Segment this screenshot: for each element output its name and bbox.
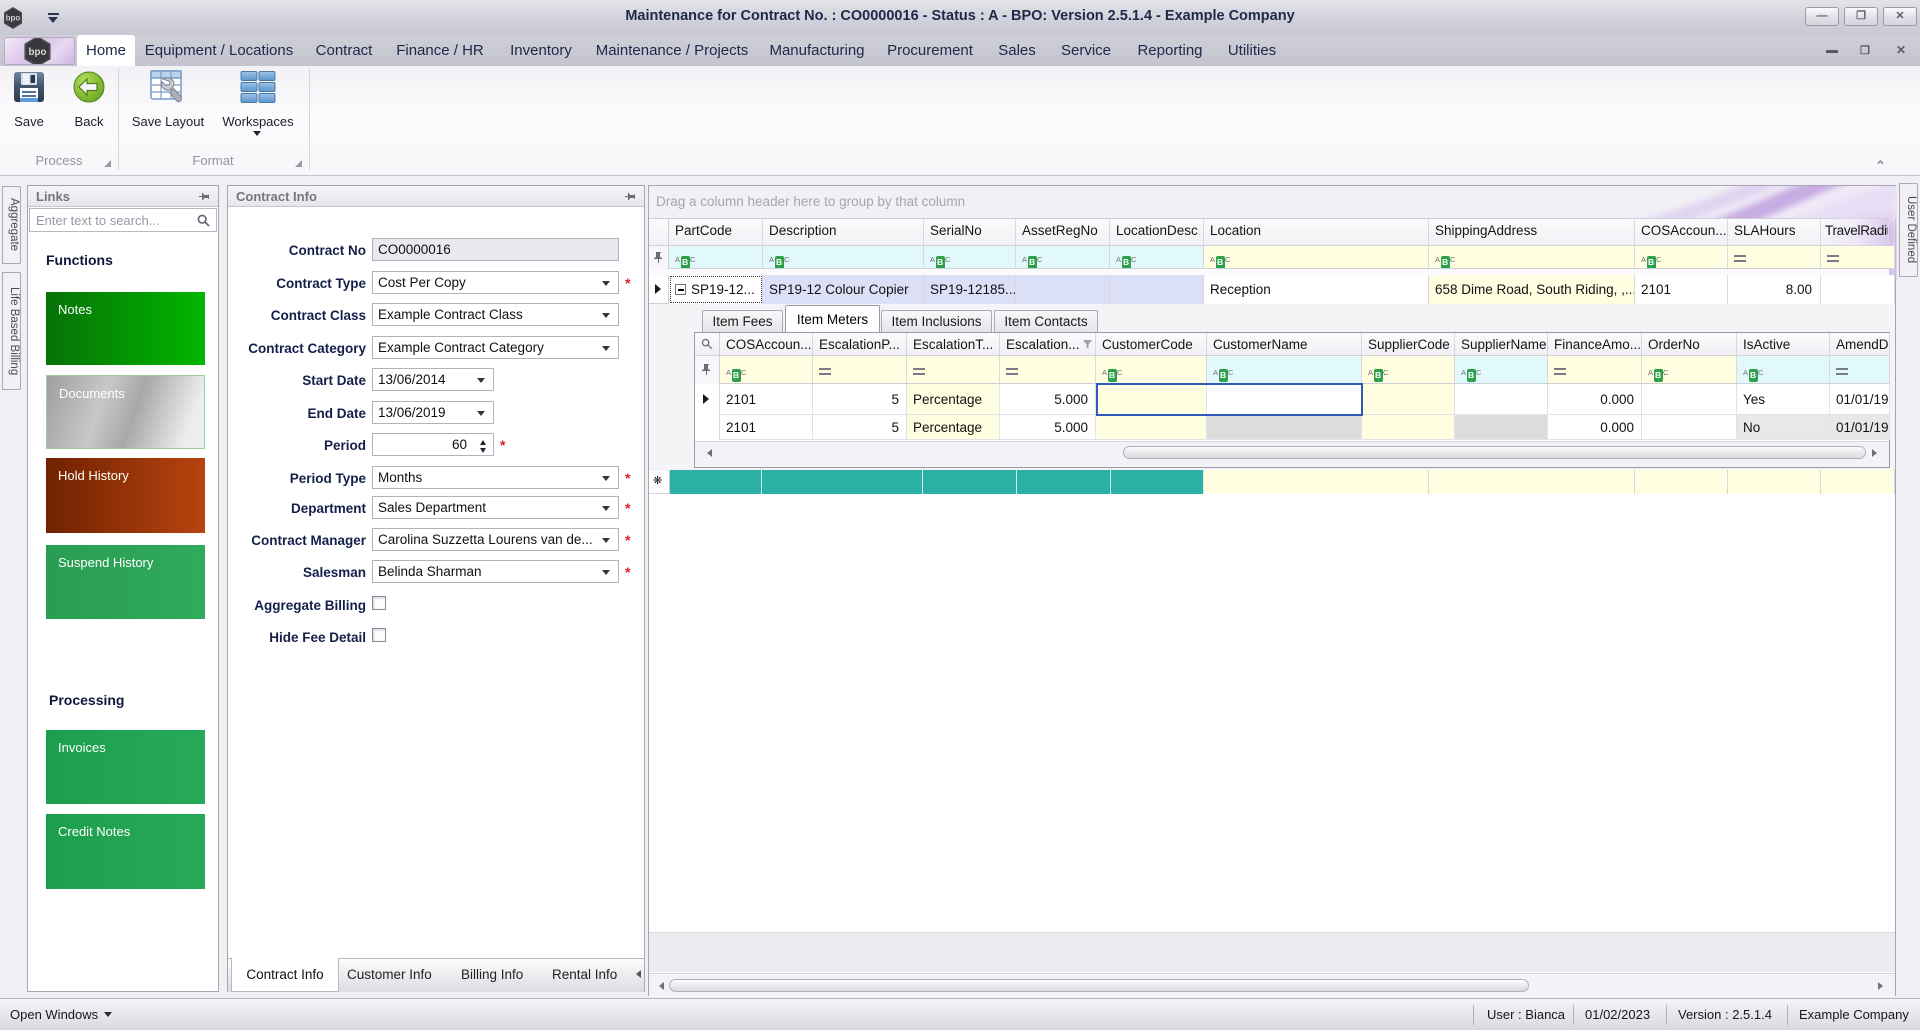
svg-text:bpo: bpo xyxy=(29,47,47,58)
svg-text:bpo: bpo xyxy=(6,14,21,23)
